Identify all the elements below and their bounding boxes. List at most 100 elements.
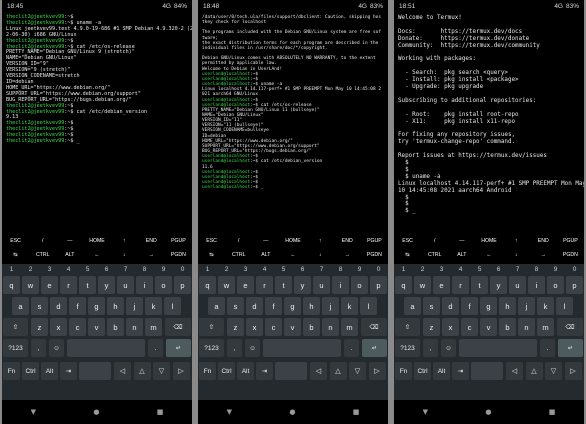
- extra-key-row2-0[interactable]: ↹: [198, 252, 225, 258]
- extra-key-row1-0[interactable]: ESC: [2, 238, 29, 244]
- down-arrow-icon[interactable]: ▽: [349, 362, 366, 380]
- key-k[interactable]: k: [537, 297, 554, 315]
- key-v[interactable]: v: [284, 318, 301, 336]
- comma-key[interactable]: ,: [31, 339, 46, 357]
- extra-key-row2-2[interactable]: ALT: [252, 252, 279, 258]
- right-arrow-icon[interactable]: ▷: [172, 362, 190, 380]
- left-arrow-icon[interactable]: ◁: [114, 362, 131, 380]
- extra-key-row1-4[interactable]: ↑: [503, 238, 530, 244]
- tab-key[interactable]: ⇥: [256, 362, 273, 380]
- extra-key-row2-3[interactable]: ←: [83, 252, 110, 258]
- key-e[interactable]: e: [237, 276, 254, 294]
- terminal-output[interactable]: theclit2@jeetkvev99:~$ theclit2@jeetkvev9…: [2, 13, 192, 236]
- up-arrow-icon[interactable]: △: [133, 362, 151, 380]
- key-i[interactable]: i: [136, 276, 153, 294]
- down-arrow-icon[interactable]: ▽: [545, 362, 562, 380]
- key-a[interactable]: a: [208, 297, 225, 315]
- key-r[interactable]: r: [60, 276, 77, 294]
- extra-key-row2-5[interactable]: →: [530, 252, 557, 258]
- ctrl-key[interactable]: Ctrl: [218, 362, 235, 380]
- key-k[interactable]: k: [145, 297, 162, 315]
- space-bar[interactable]: [263, 339, 341, 357]
- period-key[interactable]: .: [344, 339, 359, 357]
- key-s[interactable]: s: [423, 297, 440, 315]
- tab-key[interactable]: ⇥: [60, 362, 77, 380]
- extra-key-row1-5[interactable]: END: [530, 238, 557, 244]
- emoji-key[interactable]: ☺: [441, 339, 456, 357]
- key-o[interactable]: o: [351, 276, 368, 294]
- key-h[interactable]: h: [303, 297, 320, 315]
- key-z[interactable]: z: [423, 318, 440, 336]
- alt-key[interactable]: Alt: [433, 362, 450, 380]
- extra-key-row1-6[interactable]: PGUP: [361, 238, 388, 244]
- extra-key-row1-2[interactable]: —: [56, 238, 83, 244]
- extra-key-row1-2[interactable]: —: [448, 238, 475, 244]
- symbols-key[interactable]: ?123: [395, 339, 420, 357]
- key-b[interactable]: b: [303, 318, 320, 336]
- key-e[interactable]: e: [433, 276, 450, 294]
- key-c[interactable]: c: [265, 318, 282, 336]
- key-f[interactable]: f: [265, 297, 282, 315]
- key-j[interactable]: j: [518, 297, 535, 315]
- key-q[interactable]: q: [3, 276, 20, 294]
- extra-key-row1-0[interactable]: ESC: [198, 238, 225, 244]
- extra-key-row1-3[interactable]: HOME: [279, 238, 306, 244]
- space-bar[interactable]: [459, 339, 537, 357]
- backspace-key[interactable]: ⌫: [557, 318, 583, 336]
- shift-key[interactable]: ⇧: [395, 318, 420, 336]
- enter-key[interactable]: ↵: [362, 339, 387, 357]
- fn-key[interactable]: Fn: [395, 362, 412, 380]
- extra-key-row2-6[interactable]: PGDN: [557, 252, 584, 258]
- symbols-key[interactable]: ?123: [3, 339, 28, 357]
- right-arrow-icon[interactable]: ▷: [564, 362, 582, 380]
- key-w[interactable]: w: [218, 276, 235, 294]
- space-key-2[interactable]: [471, 362, 503, 380]
- key-r[interactable]: r: [452, 276, 469, 294]
- key-n[interactable]: n: [518, 318, 535, 336]
- period-key[interactable]: .: [540, 339, 555, 357]
- extra-key-row1-2[interactable]: —: [252, 238, 279, 244]
- recents-nav-icon[interactable]: ■: [549, 408, 556, 416]
- key-m[interactable]: m: [537, 318, 554, 336]
- right-arrow-icon[interactable]: ▷: [368, 362, 386, 380]
- key-r[interactable]: r: [256, 276, 273, 294]
- key-x[interactable]: x: [442, 318, 459, 336]
- key-y[interactable]: y: [294, 276, 311, 294]
- ctrl-key[interactable]: Ctrl: [22, 362, 39, 380]
- back-nav-icon[interactable]: ▼: [31, 408, 36, 416]
- extra-key-row2-2[interactable]: ALT: [448, 252, 475, 258]
- key-i[interactable]: i: [528, 276, 545, 294]
- key-c[interactable]: c: [461, 318, 478, 336]
- extra-key-row1-1[interactable]: /: [421, 238, 448, 244]
- key-p[interactable]: p: [566, 276, 583, 294]
- key-y[interactable]: y: [98, 276, 115, 294]
- key-s[interactable]: s: [227, 297, 244, 315]
- key-h[interactable]: h: [107, 297, 124, 315]
- key-v[interactable]: v: [88, 318, 105, 336]
- extra-key-row1-4[interactable]: ↑: [111, 238, 138, 244]
- key-z[interactable]: z: [31, 318, 48, 336]
- key-a[interactable]: a: [404, 297, 421, 315]
- key-l[interactable]: l: [360, 297, 377, 315]
- fn-key[interactable]: Fn: [3, 362, 20, 380]
- extra-key-row2-4[interactable]: ↓: [307, 252, 334, 258]
- tab-key[interactable]: ⇥: [452, 362, 469, 380]
- extra-key-row1-3[interactable]: HOME: [83, 238, 110, 244]
- key-h[interactable]: h: [499, 297, 516, 315]
- home-nav-icon[interactable]: ●: [485, 408, 491, 416]
- comma-key[interactable]: ,: [423, 339, 438, 357]
- up-arrow-icon[interactable]: △: [525, 362, 543, 380]
- key-g[interactable]: g: [480, 297, 497, 315]
- key-t[interactable]: t: [471, 276, 488, 294]
- key-x[interactable]: x: [50, 318, 67, 336]
- back-nav-icon[interactable]: ▼: [227, 408, 232, 416]
- down-arrow-icon[interactable]: ▽: [153, 362, 170, 380]
- left-arrow-icon[interactable]: ◁: [310, 362, 327, 380]
- extra-key-row1-4[interactable]: ↑: [307, 238, 334, 244]
- extra-key-row1-1[interactable]: /: [29, 238, 56, 244]
- key-a[interactable]: a: [12, 297, 29, 315]
- extra-key-row2-6[interactable]: PGDN: [361, 252, 388, 258]
- terminal-output[interactable]: Welcome to Termux! Docs: https://termux.…: [394, 13, 584, 236]
- home-nav-icon[interactable]: ●: [93, 408, 99, 416]
- key-u[interactable]: u: [313, 276, 330, 294]
